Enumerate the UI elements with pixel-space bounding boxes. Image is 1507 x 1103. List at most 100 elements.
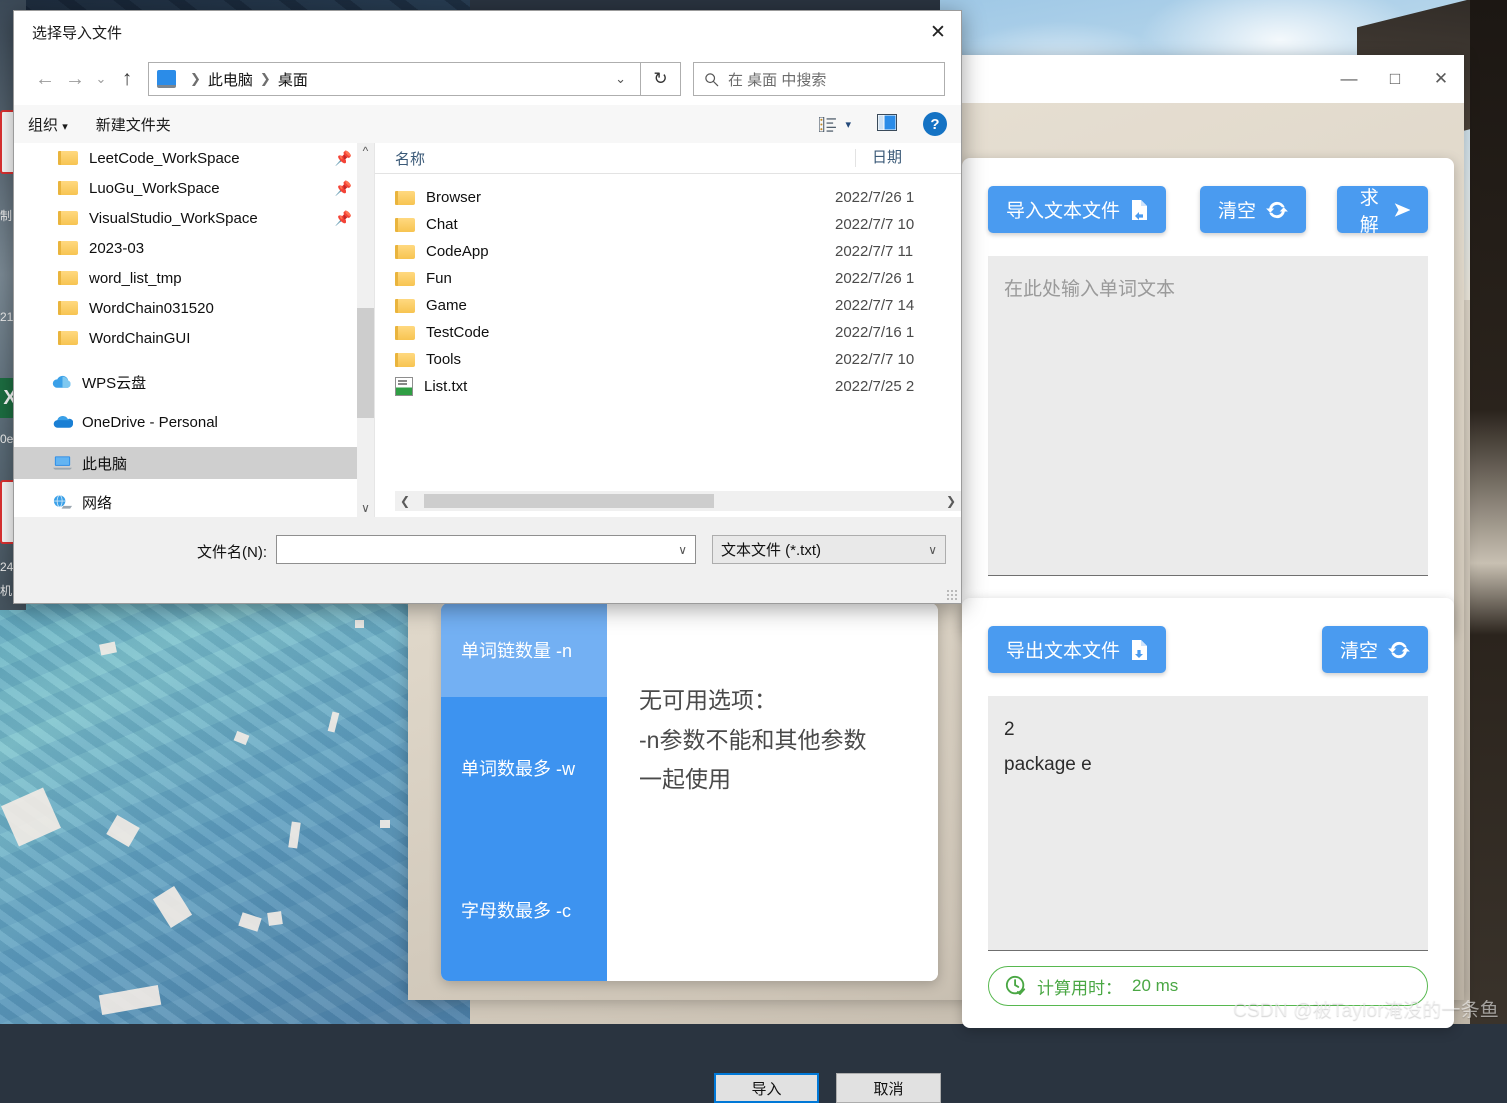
pin-icon[interactable]: 📌 <box>335 150 352 167</box>
tree-item-luogu-workspace[interactable]: LuoGu_WorkSpace 📌 <box>14 173 374 203</box>
filetype-select[interactable]: 文本文件 (*.txt) ∨ <box>712 535 946 564</box>
table-row[interactable]: CodeApp 2022/7/7 11 <box>375 238 961 265</box>
scroll-right-icon[interactable]: ❯ <box>941 494 961 508</box>
dialog-close-button[interactable]: ✕ <box>915 11 961 53</box>
tree-item-onedrive-personal[interactable]: OneDrive - Personal <box>14 407 374 437</box>
file-date-cell: 2022/7/7 10 <box>835 351 915 368</box>
file-date-cell: 2022/7/7 11 <box>835 243 914 260</box>
preview-pane-button[interactable] <box>877 113 897 135</box>
tree-item-visualstudio-workspace[interactable]: VisualStudio_WorkSpace 📌 <box>14 203 374 233</box>
file-name-cell: Game <box>375 297 835 314</box>
organize-label: 组织 <box>28 116 59 134</box>
tree-item-2023-03[interactable]: 2023-03 <box>14 233 374 263</box>
forward-icon[interactable]: → <box>60 62 90 96</box>
column-header-date[interactable]: 日期 <box>855 149 902 167</box>
folder-icon <box>395 217 415 232</box>
table-row[interactable]: List.txt 2022/7/25 2 <box>375 373 961 400</box>
organize-menu[interactable]: 组织 ▾ <box>28 114 68 135</box>
breadcrumb-item-desktop[interactable]: 桌面 <box>278 69 308 90</box>
filename-input[interactable]: ∨ <box>276 535 696 564</box>
table-row[interactable]: Tools 2022/7/7 10 <box>375 346 961 373</box>
refresh-icon[interactable]: ↻ <box>641 62 681 96</box>
scroll-left-icon[interactable]: ❮ <box>395 494 415 508</box>
pin-icon[interactable]: 📌 <box>335 180 352 197</box>
chevron-down-icon[interactable]: ∨ <box>678 543 687 557</box>
tree-item-network[interactable]: 网络 <box>14 487 374 517</box>
output-card-button-row: 导出文本文件 清空 <box>988 626 1428 673</box>
file-open-dialog: 选择导入文件 ✕ ← → ⌄ ↑ ❯ 此电脑 ❯ 桌面 ⌄ ↻ 在 桌面 中搜索… <box>13 10 962 1103</box>
background-text-c: 0e <box>0 432 14 446</box>
chevron-down-icon[interactable]: ∨ <box>928 543 937 557</box>
file-name-text: Chat <box>426 216 458 233</box>
view-mode-button[interactable]: ▾ <box>819 116 851 132</box>
tree-item-wordchain031520[interactable]: WordChain031520 <box>14 293 374 323</box>
close-button[interactable]: ✕ <box>1418 55 1464 103</box>
tab-max-words[interactable]: 单词数最多 -w <box>441 697 607 839</box>
file-name-cell: List.txt <box>375 377 835 396</box>
tree-vertical-scrollbar[interactable]: ^ ∨ <box>357 143 374 517</box>
file-list-pane[interactable]: 名称 日期 Browser 2022/7/26 1 Chat 2022/7/7 … <box>375 143 961 517</box>
file-list-body: Browser 2022/7/26 1 Chat 2022/7/7 10 Cod… <box>375 174 961 400</box>
table-row[interactable]: Game 2022/7/7 14 <box>375 292 961 319</box>
tree-item-word-list-tmp[interactable]: word_list_tmp <box>14 263 374 293</box>
tree-item-label: WordChainGUI <box>89 329 191 347</box>
table-row[interactable]: Fun 2022/7/26 1 <box>375 265 961 292</box>
tab-chain-count[interactable]: 单词链数量 -n <box>441 603 607 697</box>
table-row[interactable]: TestCode 2022/7/16 1 <box>375 319 961 346</box>
tree-scrollbar-thumb[interactable] <box>357 308 374 418</box>
pin-icon[interactable]: 📌 <box>335 210 352 227</box>
file-date-cell: 2022/7/7 10 <box>835 216 915 233</box>
scroll-up-icon[interactable]: ^ <box>363 143 369 160</box>
tab-max-words-label: 单词数最多 -w <box>461 759 575 779</box>
column-header-name[interactable]: 名称 <box>375 148 855 169</box>
cancel-button[interactable]: 取消 <box>836 1073 941 1103</box>
table-row[interactable]: Chat 2022/7/7 10 <box>375 211 961 238</box>
up-icon[interactable]: ↑ <box>112 62 142 96</box>
tree-item-this-pc[interactable]: 此电脑 <box>14 447 374 479</box>
tree-item-label: word_list_tmp <box>89 269 182 287</box>
file-list-horizontal-scrollbar[interactable]: ❮ ❯ <box>395 491 961 511</box>
export-text-file-button[interactable]: 导出文本文件 <box>988 626 1167 673</box>
table-row[interactable]: Browser 2022/7/26 1 <box>375 184 961 211</box>
tab-chain-count-label: 单词链数量 -n <box>461 641 573 661</box>
navigation-tree[interactable]: LeetCode_WorkSpace 📌 LuoGu_WorkSpace 📌 V… <box>14 143 375 517</box>
tree-item-wps-cloud[interactable]: WPS云盘 <box>14 367 374 397</box>
folder-icon <box>395 298 415 313</box>
tab-max-letters[interactable]: 字母数最多 -c <box>441 839 607 981</box>
search-icon <box>705 72 719 86</box>
word-input-textarea[interactable] <box>988 256 1428 576</box>
chevron-down-icon[interactable]: ⌄ <box>607 71 634 87</box>
folder-icon <box>395 190 415 205</box>
output-card: 导出文本文件 清空 2 package e 计算用时： 20 ms <box>962 598 1454 1028</box>
solve-button[interactable]: 求解 <box>1337 186 1428 236</box>
scroll-down-icon[interactable]: ∨ <box>361 500 370 517</box>
tree-item-leetcode-workspace[interactable]: LeetCode_WorkSpace 📌 <box>14 143 374 173</box>
result-output-textarea[interactable] <box>988 696 1428 951</box>
tree-item-label: 此电脑 <box>82 455 128 473</box>
help-button[interactable]: ? <box>923 112 947 136</box>
back-icon[interactable]: ← <box>30 62 60 96</box>
tree-item-label: LeetCode_WorkSpace <box>89 149 240 167</box>
recent-locations-icon[interactable]: ⌄ <box>90 62 112 96</box>
breadcrumb-item-this-pc[interactable]: 此电脑 <box>208 69 253 90</box>
maximize-button[interactable]: □ <box>1372 55 1418 103</box>
import-button[interactable]: 导入 <box>714 1073 819 1103</box>
tree-item-wordchaingui[interactable]: WordChainGUI <box>14 323 374 353</box>
clear-input-button[interactable]: 清空 <box>1200 186 1307 233</box>
file-name-cell: Tools <box>375 351 835 368</box>
clear-output-button[interactable]: 清空 <box>1321 626 1428 673</box>
file-name-text: Fun <box>426 270 452 287</box>
background-text-e: 机 <box>0 584 13 598</box>
folder-icon <box>395 352 415 367</box>
resize-grip-icon[interactable] <box>946 589 957 600</box>
file-name-text: Game <box>426 297 467 314</box>
breadcrumb-bar[interactable]: ❯ 此电脑 ❯ 桌面 ⌄ <box>148 62 641 96</box>
toolbar-right-group: ▾ ? <box>819 112 947 136</box>
breadcrumb-separator: ❯ <box>190 71 201 86</box>
hscrollbar-thumb[interactable] <box>424 494 714 508</box>
minimize-button[interactable]: — <box>1326 55 1372 103</box>
options-tab-pane: 无可用选项： -n参数不能和其他参数 一起使用 <box>607 603 938 981</box>
import-text-file-button[interactable]: 导入文本文件 <box>988 186 1167 233</box>
search-box[interactable]: 在 桌面 中搜索 <box>693 62 945 96</box>
new-folder-button[interactable]: 新建文件夹 <box>96 114 171 135</box>
